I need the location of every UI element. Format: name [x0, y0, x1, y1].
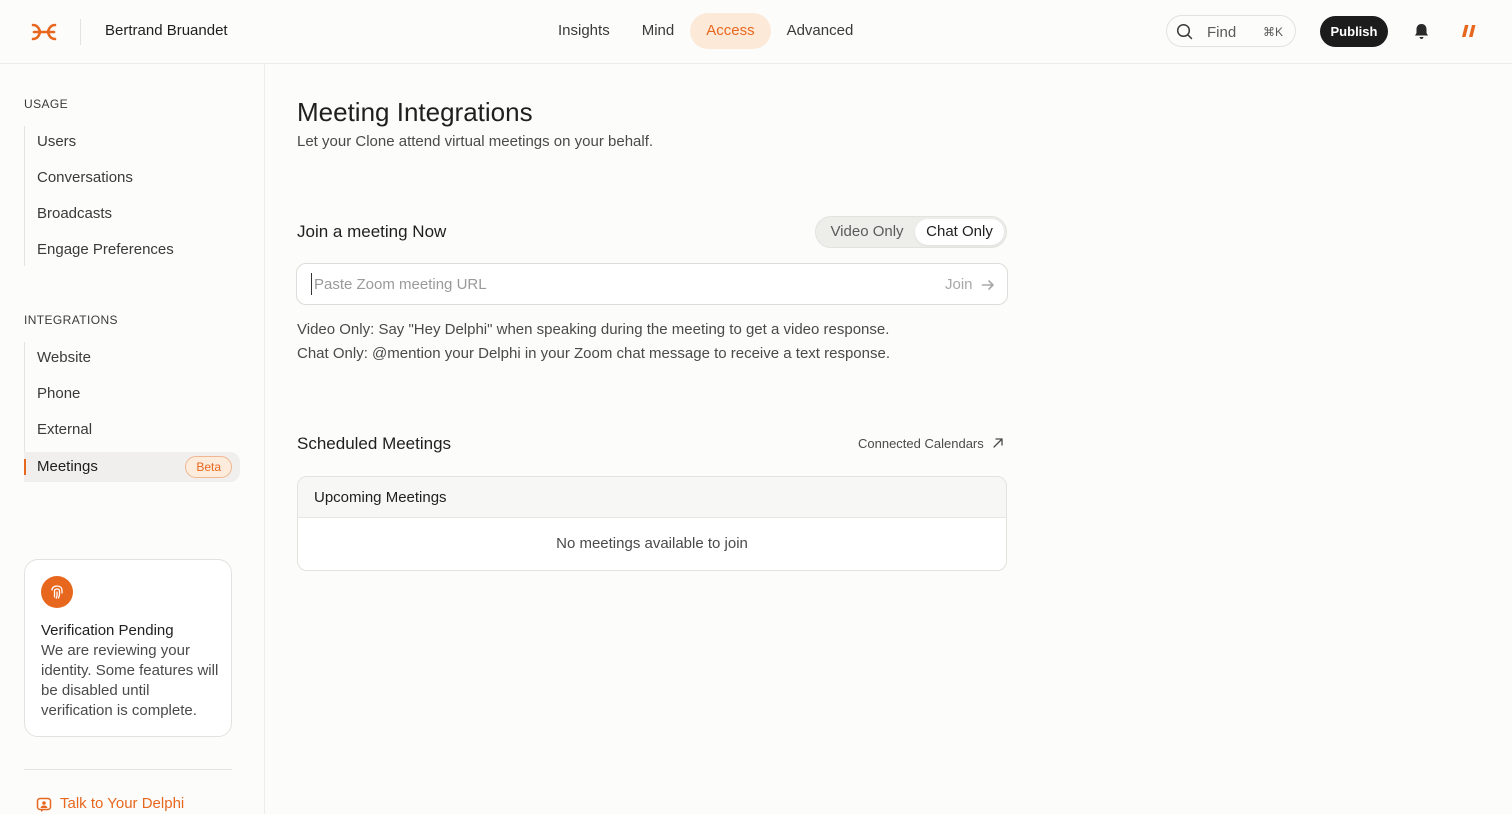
- section-title-integrations: INTEGRATIONS: [24, 313, 118, 327]
- verification-title: Verification Pending: [41, 622, 174, 639]
- sidebar-item-label: Meetings: [37, 458, 98, 475]
- sidebar-item-users[interactable]: Users: [24, 127, 240, 157]
- verification-text: We are reviewing your identity. Some fea…: [41, 642, 219, 719]
- join-label: Join: [945, 276, 973, 293]
- zoom-url-input[interactable]: [311, 273, 911, 295]
- top-header: Bertrand Bruandet Insights Mind Access A…: [0, 0, 1512, 64]
- sidebar-item-engage-preferences[interactable]: Engage Preferences: [24, 235, 240, 265]
- find-label: Find: [1207, 24, 1237, 41]
- empty-state-text: No meetings available to join: [556, 535, 748, 552]
- help-video-only: Video Only: Say "Hey Delphi" when speaki…: [297, 321, 890, 338]
- delphi-logo-icon[interactable]: [30, 20, 58, 44]
- section-title-usage: USAGE: [24, 97, 69, 111]
- external-link-icon: [993, 438, 1003, 448]
- upcoming-meetings-header: Upcoming Meetings: [298, 477, 1006, 518]
- mode-chat-only[interactable]: Chat Only: [915, 219, 1004, 245]
- sidebar-item-phone[interactable]: Phone: [24, 379, 240, 409]
- app-mark-icon[interactable]: [1460, 22, 1478, 40]
- sidebar-item-external[interactable]: External: [24, 415, 240, 445]
- scheduled-meetings-heading: Scheduled Meetings: [297, 434, 452, 453]
- page-title: Meeting Integrations: [297, 97, 533, 127]
- mode-video-only[interactable]: Video Only: [820, 219, 914, 245]
- sidebar-item-meetings[interactable]: Meetings Beta: [24, 452, 240, 482]
- page-subtitle: Let your Clone attend virtual meetings o…: [297, 133, 654, 150]
- sidebar-item-conversations[interactable]: Conversations: [24, 163, 240, 193]
- nav-tab-insights[interactable]: Insights: [542, 13, 626, 49]
- nav-tab-advanced[interactable]: Advanced: [771, 13, 870, 49]
- nav-tab-mind[interactable]: Mind: [626, 13, 691, 49]
- talk-link-label: Talk to Your Delphi: [60, 795, 185, 812]
- nav-tab-access[interactable]: Access: [690, 13, 771, 49]
- sidebar-item-website[interactable]: Website: [24, 343, 240, 373]
- verification-card: Verification Pending We are reviewing yo…: [24, 559, 232, 737]
- find-button[interactable]: Find ⌘K: [1166, 15, 1296, 47]
- upcoming-meetings-title: Upcoming Meetings: [314, 489, 447, 506]
- join-meeting-heading: Join a meeting Now: [297, 222, 447, 241]
- clone-name[interactable]: Bertrand Bruandet: [105, 22, 228, 39]
- header-divider: [80, 19, 81, 45]
- upcoming-meetings-card: Upcoming Meetings No meetings available …: [297, 476, 1007, 571]
- search-icon: [1176, 23, 1193, 40]
- bell-icon[interactable]: [1412, 22, 1431, 41]
- connected-calendars-label: Connected Calendars: [858, 436, 984, 451]
- publish-button[interactable]: Publish: [1320, 16, 1388, 47]
- sidebar-divider: [24, 769, 232, 770]
- main-nav: Insights Mind Access Advanced: [542, 13, 869, 49]
- fingerprint-icon: [41, 576, 73, 608]
- active-indicator: [24, 459, 26, 475]
- arrow-right-icon: [981, 280, 994, 290]
- help-chat-only: Chat Only: @mention your Delphi in your …: [297, 345, 891, 362]
- beta-badge: Beta: [185, 456, 232, 478]
- zoom-url-field: Join: [296, 263, 1008, 305]
- sidebar-item-broadcasts[interactable]: Broadcasts: [24, 199, 240, 229]
- sidebar: USAGE Users Conversations Broadcasts Eng…: [0, 64, 265, 814]
- response-mode-toggle: Video Only Chat Only: [815, 216, 1007, 248]
- chat-icon: [36, 797, 52, 812]
- connected-calendars-link[interactable]: Connected Calendars: [858, 436, 1003, 452]
- find-shortcut: ⌘K: [1263, 25, 1284, 39]
